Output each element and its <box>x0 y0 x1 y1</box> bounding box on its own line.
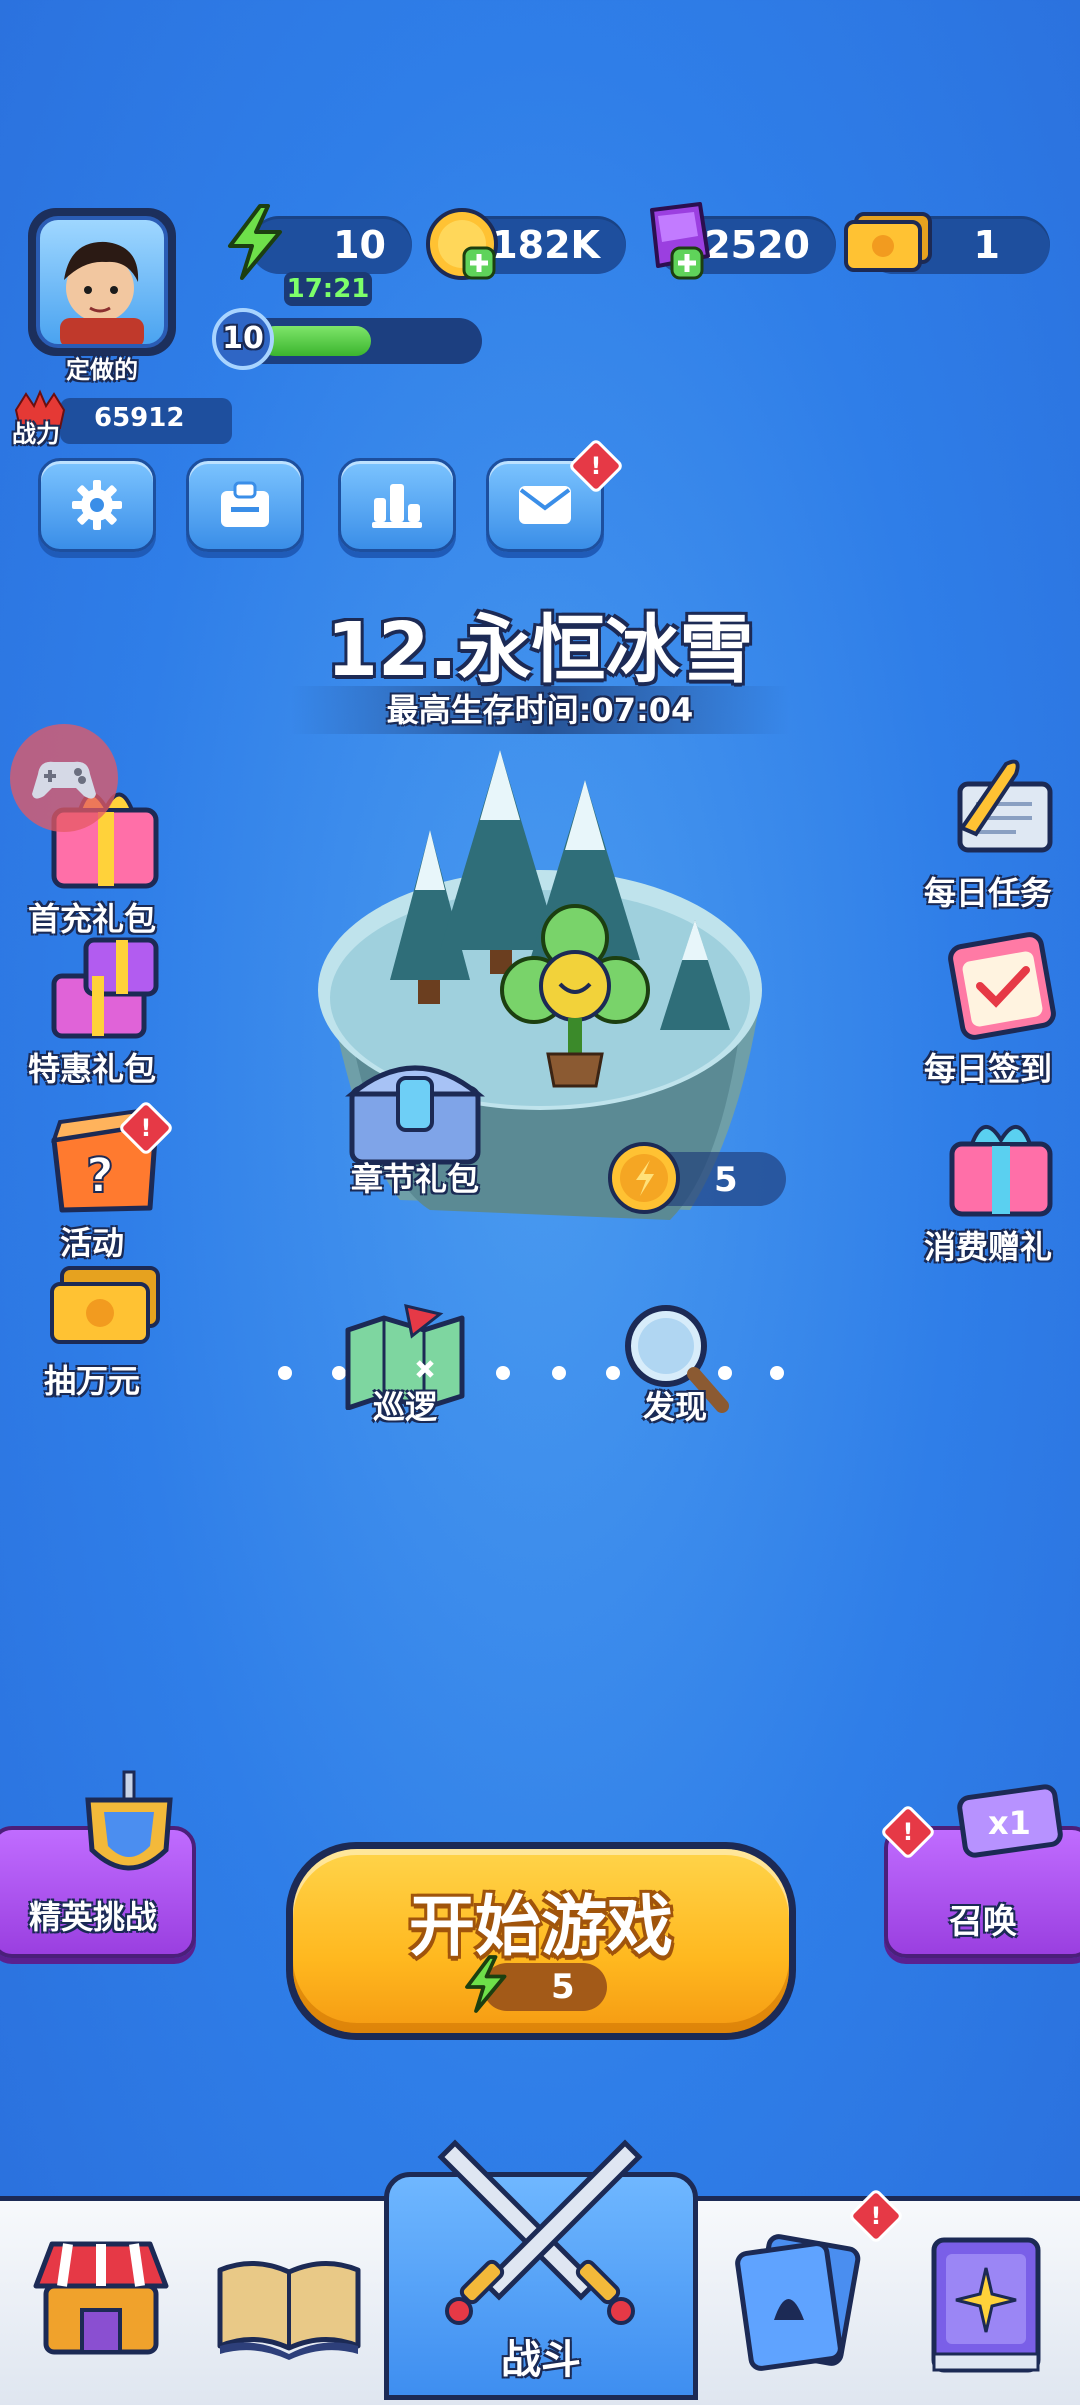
leaderboard-button[interactable] <box>338 458 456 552</box>
envelope-icon <box>519 486 571 524</box>
nav-codex-tab[interactable] <box>200 2190 380 2400</box>
chest-icon <box>345 1065 485 1165</box>
summon-scroll-icon: x1 <box>952 1776 1072 1870</box>
gems-value: 2520 <box>704 223 810 267</box>
patrol-label: 巡逻 <box>372 1388 437 1426</box>
ticket-stack-icon <box>49 1266 160 1344</box>
chapter-chest-button[interactable]: 章节礼包 <box>340 1048 490 1198</box>
special-pack-button[interactable]: 特惠礼包 <box>2 920 182 1090</box>
lottery-label: 抽万元 <box>43 1362 140 1400</box>
nav-battle-label: 战斗 <box>501 2337 581 2383</box>
nav-battle-tab[interactable]: 战斗 <box>384 2139 698 2400</box>
gamepad-float-button[interactable] <box>10 724 118 832</box>
spending-gift-button[interactable]: 消费赠礼 <box>898 1108 1078 1268</box>
xp-bar-fill <box>260 326 371 356</box>
power-value: 65912 <box>94 403 185 433</box>
nav-spellbook-tab[interactable] <box>900 2190 1080 2400</box>
stage-title: 12.永恒冰雪 <box>326 607 754 693</box>
special-pack-label: 特惠礼包 <box>27 1050 156 1088</box>
gift-box-icon <box>949 1125 1052 1217</box>
gear-icon <box>72 480 122 530</box>
coin-reward-value: 5 <box>714 1160 738 1200</box>
chapter-chest-label: 章节礼包 <box>350 1160 479 1198</box>
discover-button[interactable]: 发现 <box>610 1300 740 1430</box>
nav-shop-tab[interactable] <box>0 2190 190 2400</box>
coin-plus-icon[interactable] <box>424 206 500 286</box>
energy-timer: 17:21 <box>284 272 372 306</box>
elite-challenge-label: 精英挑战 <box>28 1898 157 1936</box>
gift-stack-icon <box>51 937 158 1039</box>
power-bar: 65912 <box>60 398 232 444</box>
daily-checkin-label: 每日签到 <box>923 1050 1052 1088</box>
start-game-label: 开始游戏 <box>409 1888 673 1965</box>
daily-checkin-button[interactable]: 每日签到 <box>898 920 1078 1090</box>
clover-plant-icon <box>500 900 650 1094</box>
discover-label: 发现 <box>642 1388 707 1426</box>
avatar[interactable] <box>28 208 176 356</box>
settings-button[interactable] <box>38 458 156 552</box>
shop-icon <box>33 2241 169 2355</box>
shield-sword-icon <box>74 1770 184 1894</box>
power-label: 战力 <box>12 420 60 448</box>
path-dot <box>278 1366 292 1380</box>
gold-coin-icon <box>606 1140 682 1220</box>
podium-icon <box>372 484 422 528</box>
crossed-swords-icon <box>437 2139 643 2325</box>
lightning-icon <box>222 204 286 284</box>
coins-value: 182K <box>491 223 600 267</box>
spending-gift-label: 消费赠礼 <box>923 1228 1052 1266</box>
daily-quests-label: 每日任务 <box>923 874 1052 912</box>
calendar-check-icon <box>947 932 1056 1040</box>
avatar-portrait-icon <box>60 241 144 344</box>
path-dot <box>770 1366 784 1380</box>
summon-label: 召唤 <box>949 1902 1017 1942</box>
level-badge: 10 <box>212 308 274 370</box>
cards-icon <box>735 2234 861 2371</box>
ticket-icon <box>840 210 934 278</box>
badge-button[interactable] <box>186 458 304 552</box>
player-name: 定做的 <box>66 356 138 384</box>
gem-plus-icon[interactable] <box>636 200 716 288</box>
best-time-banner: 最高生存时间:07:04 <box>290 686 790 734</box>
xp-bar <box>240 318 482 364</box>
svg-text:?: ? <box>86 1148 114 1204</box>
scroll-quill-icon <box>957 759 1052 853</box>
tickets-value: 1 <box>973 223 1000 267</box>
open-book-icon <box>217 2260 361 2360</box>
lottery-button[interactable]: 抽万元 <box>2 1262 182 1402</box>
start-game-button[interactable]: 开始游戏 5 <box>286 1842 796 2040</box>
energy-value: 10 <box>333 223 386 267</box>
activity-label: 活动 <box>59 1224 124 1262</box>
spellbook-icon <box>931 2237 1041 2373</box>
daily-quests-button[interactable]: 每日任务 <box>898 754 1078 914</box>
id-card-icon <box>221 481 269 527</box>
svg-text:x1: x1 <box>988 1804 1031 1842</box>
path-dot <box>496 1366 510 1380</box>
lightning-icon <box>461 1955 509 2017</box>
gamepad-icon <box>32 761 96 799</box>
patrol-button[interactable]: 巡逻 <box>340 1300 470 1430</box>
power-icon: 战力 <box>10 388 70 448</box>
path-dot <box>552 1366 566 1380</box>
